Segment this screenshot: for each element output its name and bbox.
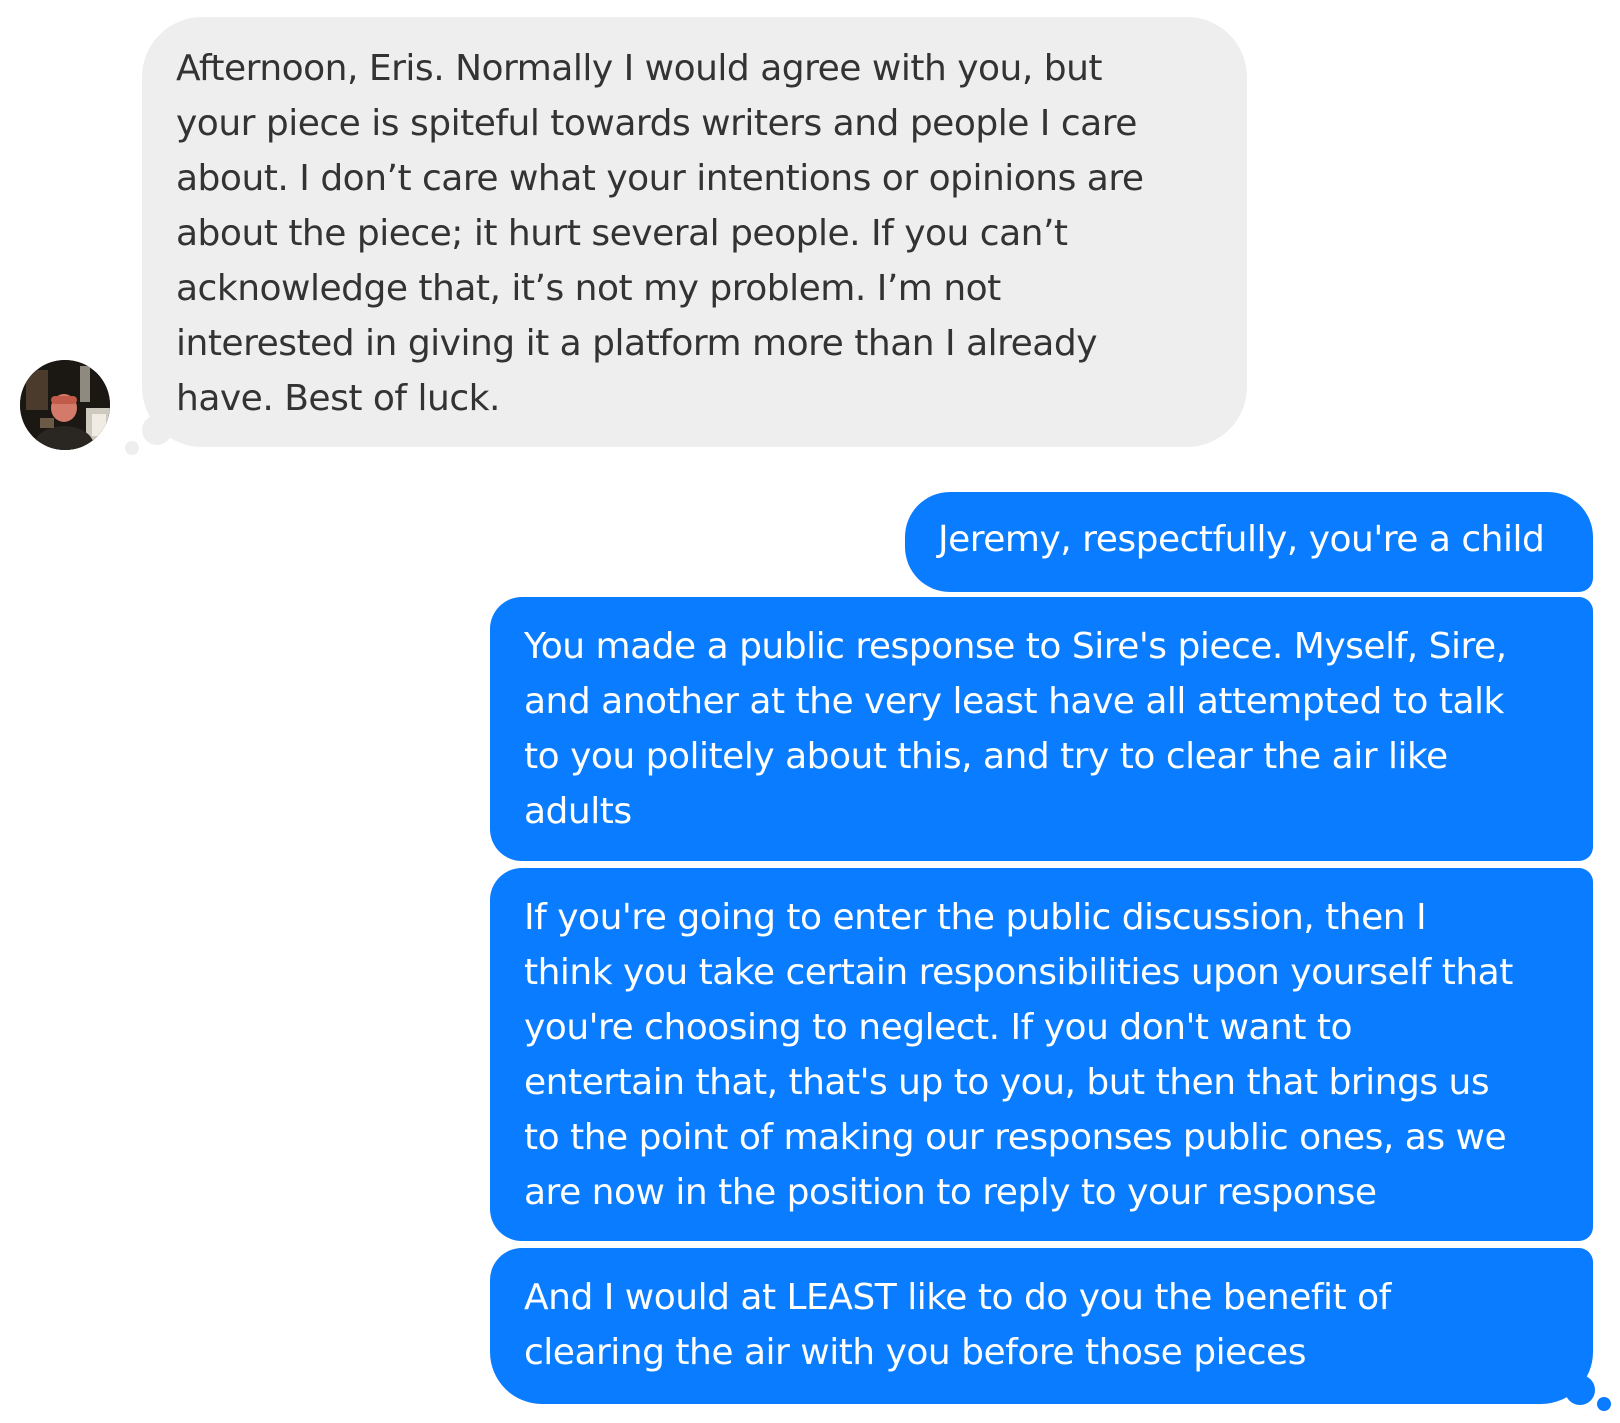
outgoing-message-bubble[interactable]: And I would at LEAST like to do you the …: [490, 1248, 1593, 1404]
sender-avatar[interactable]: [20, 360, 110, 450]
outgoing-tail-dot-large: [1565, 1375, 1595, 1405]
outgoing-message-bubble[interactable]: If you're going to enter the public disc…: [490, 868, 1593, 1241]
outgoing-tail-dot-small: [1597, 1397, 1611, 1411]
outgoing-message-bubble[interactable]: You made a public response to Sire's pie…: [490, 597, 1593, 861]
incoming-tail-dot-small: [125, 441, 139, 455]
incoming-message-bubble[interactable]: Afternoon, Eris. Normally I would agree …: [142, 17, 1247, 447]
avatar-photo-icon: [20, 360, 110, 450]
incoming-tail-dot-large: [142, 415, 172, 445]
outgoing-message-bubble[interactable]: Jeremy, respectfully, you're a child: [905, 492, 1593, 592]
